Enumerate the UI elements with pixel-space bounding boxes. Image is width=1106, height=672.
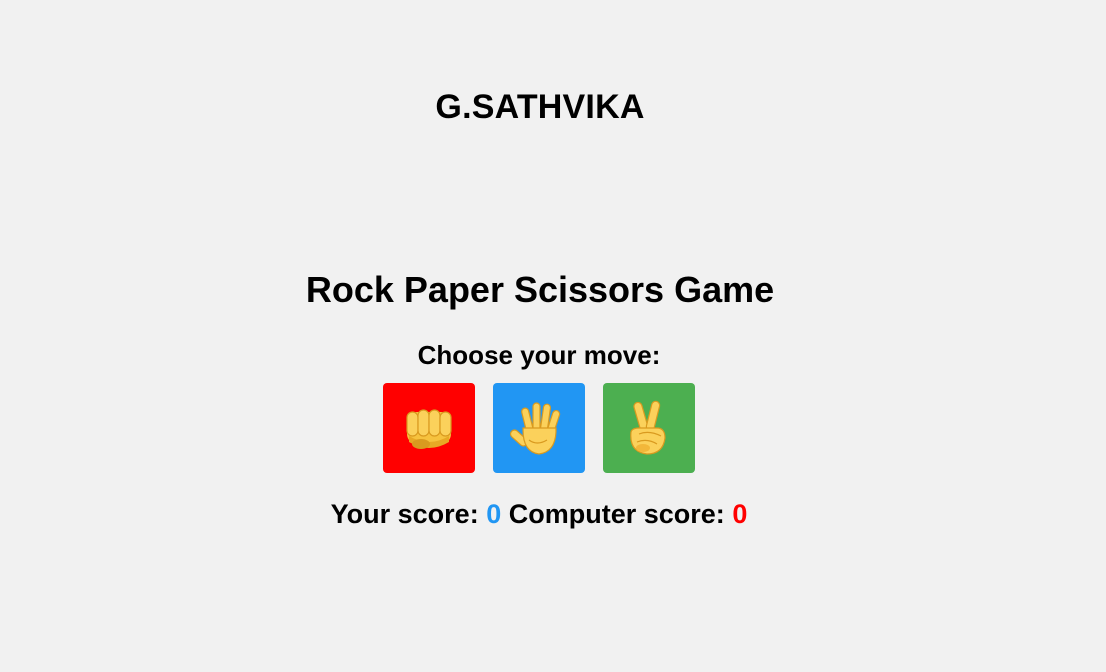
author-name: G.SATHVIKA <box>435 88 645 126</box>
move-buttons <box>383 383 695 473</box>
game-title: Rock Paper Scissors Game <box>305 269 775 310</box>
raised-hand-icon <box>509 398 569 458</box>
computer-score-value: 0 <box>732 499 748 529</box>
computer-score-label: Computer score: <box>508 499 725 529</box>
your-score-value: 0 <box>486 499 502 529</box>
scissors-button[interactable] <box>603 383 695 473</box>
fist-icon <box>399 398 459 458</box>
move-prompt: Choose your move: <box>417 340 661 370</box>
score-line: Your score: 0 Computer score: 0 <box>0 499 1078 530</box>
rock-button[interactable] <box>383 383 475 473</box>
paper-button[interactable] <box>493 383 585 473</box>
victory-hand-icon <box>619 398 679 458</box>
your-score-label: Your score: <box>330 499 479 529</box>
